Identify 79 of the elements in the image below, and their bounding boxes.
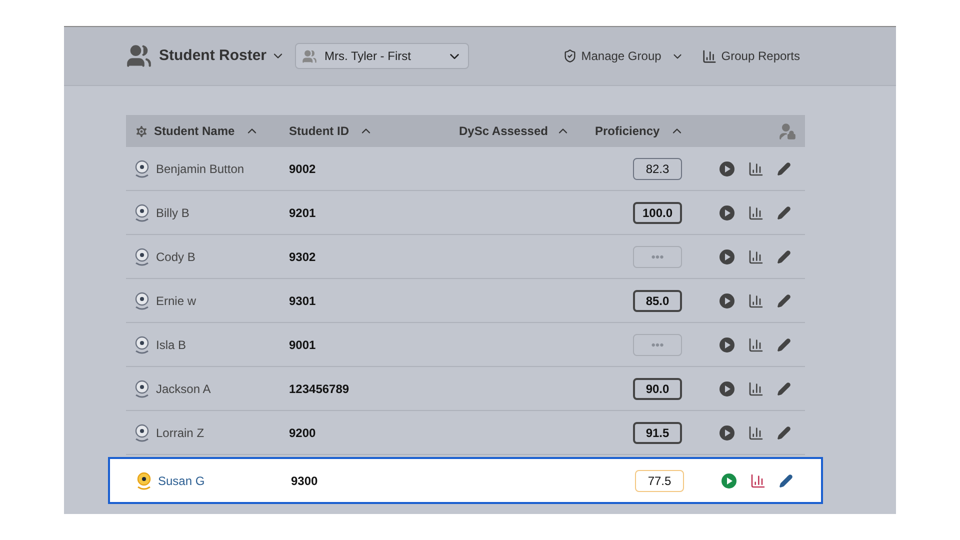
edit-icon[interactable] xyxy=(777,338,791,352)
proficiency-score: 77.5 xyxy=(635,470,684,492)
student-avatar-icon xyxy=(134,248,150,266)
column-header[interactable]: Student ID xyxy=(289,122,349,140)
manage-group-menu[interactable]: Manage Group xyxy=(563,47,684,65)
group-reports-button[interactable]: Group Reports xyxy=(702,47,800,65)
proficiency-score: 90.0 xyxy=(633,378,682,400)
proficiency-score: 100.0 xyxy=(633,202,682,224)
play-icon[interactable] xyxy=(719,204,735,220)
group-select-value: Mrs. Tyler - First xyxy=(324,48,412,65)
student-row[interactable]: Benjamin Button 9002 82.3 xyxy=(126,147,805,191)
roster-title-menu[interactable]: Student Roster xyxy=(159,44,285,68)
student-id: 9300 xyxy=(291,472,319,490)
edit-icon[interactable] xyxy=(777,162,791,176)
group-select[interactable]: Mrs. Tyler - First xyxy=(294,43,469,69)
student-id: 9302 xyxy=(289,248,317,266)
student-row[interactable]: Isla B 9001 ••• xyxy=(126,323,805,367)
bar-chart-icon[interactable] xyxy=(748,380,764,396)
student-id: 9001 xyxy=(289,336,317,354)
bar-chart-icon[interactable] xyxy=(748,292,764,308)
student-avatar-icon xyxy=(136,472,152,490)
student-id: 9002 xyxy=(289,160,317,178)
student-avatar-icon xyxy=(134,380,150,398)
play-icon[interactable] xyxy=(719,292,735,308)
student-avatar-icon xyxy=(134,336,150,354)
bar-chart-icon[interactable] xyxy=(748,424,764,440)
student-name: Benjamin Button xyxy=(156,160,244,178)
column-header[interactable]: Student Name xyxy=(154,122,235,140)
student-id: 9301 xyxy=(289,292,317,310)
student-avatar-icon xyxy=(134,160,150,178)
edit-icon[interactable] xyxy=(777,250,791,264)
group-icon xyxy=(302,48,317,64)
student-name: Isla B xyxy=(156,336,186,354)
proficiency-score: ••• xyxy=(633,334,682,356)
edit-icon[interactable] xyxy=(777,206,791,220)
student-row[interactable]: Lorrain Z 9200 91.5 xyxy=(126,411,805,455)
play-icon[interactable] xyxy=(719,424,735,440)
proficiency-score: 91.5 xyxy=(633,422,682,444)
student-name: Jackson A xyxy=(156,380,211,398)
student-name: Susan G xyxy=(158,472,205,490)
student-name: Billy B xyxy=(156,204,190,222)
play-icon[interactable] xyxy=(719,380,735,396)
play-icon[interactable] xyxy=(721,472,737,488)
student-id: 9200 xyxy=(289,424,317,442)
group-icon xyxy=(126,43,152,69)
play-icon[interactable] xyxy=(719,336,735,352)
bar-chart-icon xyxy=(702,48,718,64)
edit-icon[interactable] xyxy=(777,294,791,308)
edit-icon[interactable] xyxy=(777,382,791,396)
student-id: 9201 xyxy=(289,204,317,222)
play-icon[interactable] xyxy=(719,160,735,176)
bar-chart-icon[interactable] xyxy=(748,248,764,264)
student-name: Cody B xyxy=(156,248,196,266)
bar-chart-icon[interactable] xyxy=(748,336,764,352)
edit-icon[interactable] xyxy=(777,426,791,440)
column-header[interactable]: Proficiency xyxy=(595,122,660,140)
student-row[interactable]: Ernie w 9301 85.0 xyxy=(126,279,805,323)
student-row[interactable]: Billy B 9201 100.0 xyxy=(126,191,805,235)
student-avatar-icon xyxy=(134,204,150,222)
student-id: 123456789 xyxy=(289,380,350,398)
student-row[interactable]: Jackson A 123456789 90.0 xyxy=(126,367,805,411)
user-lock-icon xyxy=(778,122,797,140)
student-avatar-icon xyxy=(134,424,150,442)
bar-chart-icon[interactable] xyxy=(748,204,764,220)
student-avatar-icon xyxy=(134,292,150,310)
shield-icon xyxy=(563,49,578,63)
proficiency-score: ••• xyxy=(633,246,682,268)
play-icon[interactable] xyxy=(719,248,735,264)
proficiency-score: 85.0 xyxy=(633,290,682,312)
bar-chart-icon[interactable] xyxy=(750,472,766,488)
bar-chart-icon[interactable] xyxy=(748,160,764,176)
edit-icon[interactable] xyxy=(779,474,793,488)
student-row[interactable]: Cody B 9302 ••• xyxy=(126,235,805,279)
proficiency-score: 82.3 xyxy=(633,158,682,180)
student-name: Lorrain Z xyxy=(156,424,204,442)
student-name: Ernie w xyxy=(156,292,196,310)
selected-row[interactable]: Susan G 9300 77.5 xyxy=(108,457,823,504)
column-header[interactable]: DySc Assessed xyxy=(459,122,548,140)
settings-icon[interactable] xyxy=(134,124,149,138)
